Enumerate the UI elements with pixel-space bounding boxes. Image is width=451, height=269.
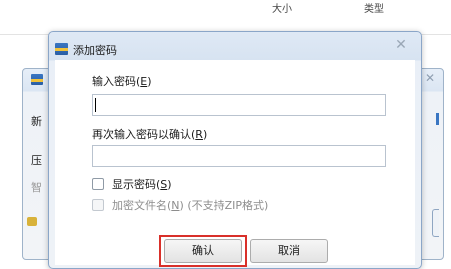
archive-icon bbox=[31, 74, 43, 85]
lock-icon[interactable] bbox=[27, 217, 37, 226]
encrypt-filenames-label: 加密文件名(N) (不支持ZIP格式) bbox=[112, 199, 269, 212]
parent-button[interactable] bbox=[432, 209, 439, 237]
encrypt-filenames-checkbox[interactable] bbox=[92, 199, 104, 211]
column-type[interactable]: 类型 bbox=[364, 0, 384, 15]
file-list-header: 大小 类型 bbox=[0, 0, 451, 35]
password-label: 输入密码(E) bbox=[92, 75, 152, 88]
ok-button[interactable]: 确认 bbox=[164, 239, 242, 263]
close-icon[interactable]: ✕ bbox=[388, 37, 414, 53]
text-caret bbox=[95, 98, 96, 112]
close-icon[interactable]: ✕ bbox=[425, 71, 435, 85]
dialog-content: 输入密码(E) 再次输入密码以确认(R) 显示密码(S) 加密文件名(N) (不… bbox=[55, 60, 415, 267]
show-password-checkbox[interactable] bbox=[92, 178, 104, 190]
parent-label: 新 bbox=[31, 115, 42, 128]
dropdown-icon[interactable] bbox=[436, 113, 439, 125]
column-size[interactable]: 大小 bbox=[272, 0, 292, 15]
confirm-password-input[interactable] bbox=[92, 145, 386, 167]
password-input[interactable] bbox=[92, 94, 386, 116]
add-password-dialog: 添加密码 ✕ 输入密码(E) 再次输入密码以确认(R) 显示密码(S) 加密文件… bbox=[48, 31, 422, 269]
confirm-password-label: 再次输入密码以确认(R) bbox=[92, 128, 208, 141]
archive-icon bbox=[55, 43, 68, 55]
dialog-title: 添加密码 bbox=[73, 44, 117, 57]
parent-label: 智 bbox=[31, 181, 42, 194]
show-password-label[interactable]: 显示密码(S) bbox=[112, 176, 172, 192]
parent-label: 压 bbox=[31, 154, 42, 167]
cancel-button[interactable]: 取消 bbox=[250, 239, 328, 263]
